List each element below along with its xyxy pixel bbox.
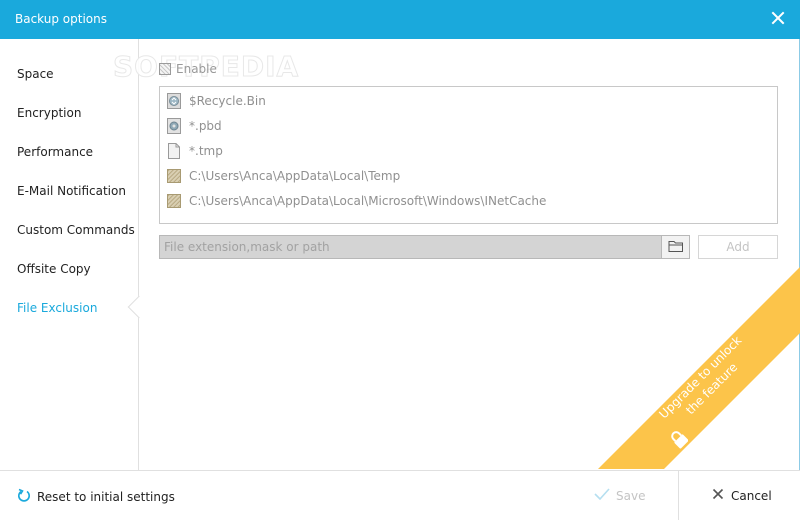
list-item-text: $Recycle.Bin [189,94,266,108]
close-icon[interactable] [770,10,786,26]
list-item-text: C:\Users\Anca\AppData\Local\Microsoft\Wi… [189,194,547,208]
folder-icon [166,168,182,184]
enable-checkbox[interactable] [159,63,171,75]
list-item-text: *.tmp [189,144,223,158]
list-item[interactable]: C:\Users\Anca\AppData\Local\Temp [166,167,400,185]
title-bar: Backup options [0,0,800,39]
path-input[interactable] [159,235,662,259]
file-type-icon [166,118,182,134]
list-item[interactable]: $Recycle.Bin [166,92,266,110]
footer-separator [678,471,679,520]
reset-icon [17,488,31,506]
list-item[interactable]: C:\Users\Anca\AppData\Local\Microsoft\Wi… [166,192,546,210]
enable-label: Enable [176,62,217,76]
window-title: Backup options [15,12,107,26]
sidebar-item-custom-commands[interactable]: Custom Commands [17,223,135,237]
close-icon [712,488,724,503]
list-item-text: C:\Users\Anca\AppData\Local\Temp [189,169,401,183]
sidebar-item-email-notification[interactable]: E-Mail Notification [17,184,126,198]
sidebar: Space Encryption Performance E-Mail Noti… [0,39,139,470]
sidebar-item-performance[interactable]: Performance [17,145,93,159]
folder-icon [166,193,182,209]
list-item[interactable]: *.tmp [166,142,223,160]
reset-button[interactable]: Reset to initial settings [17,488,175,506]
cancel-label: Cancel [731,488,772,503]
save-button[interactable]: Save [594,488,645,503]
cancel-button[interactable]: Cancel [712,488,772,503]
sidebar-item-space[interactable]: Space [17,67,54,81]
enable-row: Enable [159,62,217,76]
list-item[interactable]: *.pbd [166,117,222,135]
check-icon [594,488,610,503]
sidebar-item-encryption[interactable]: Encryption [17,106,81,120]
footer: Reset to initial settings Save Cancel [0,470,800,520]
recycle-bin-icon [166,93,182,109]
reset-label: Reset to initial settings [37,490,175,504]
sidebar-item-file-exclusion[interactable]: File Exclusion [17,301,97,315]
sidebar-item-offsite-copy[interactable]: Offsite Copy [17,262,91,276]
file-icon [166,143,182,159]
exclusion-list[interactable]: $Recycle.Bin *.pbd *.tmp C:\Users\Anca\A… [159,86,778,224]
save-label: Save [616,488,646,503]
folder-open-icon [668,239,684,256]
browse-button[interactable] [661,235,690,259]
add-button[interactable]: Add [698,235,778,259]
list-item-text: *.pbd [189,119,222,133]
